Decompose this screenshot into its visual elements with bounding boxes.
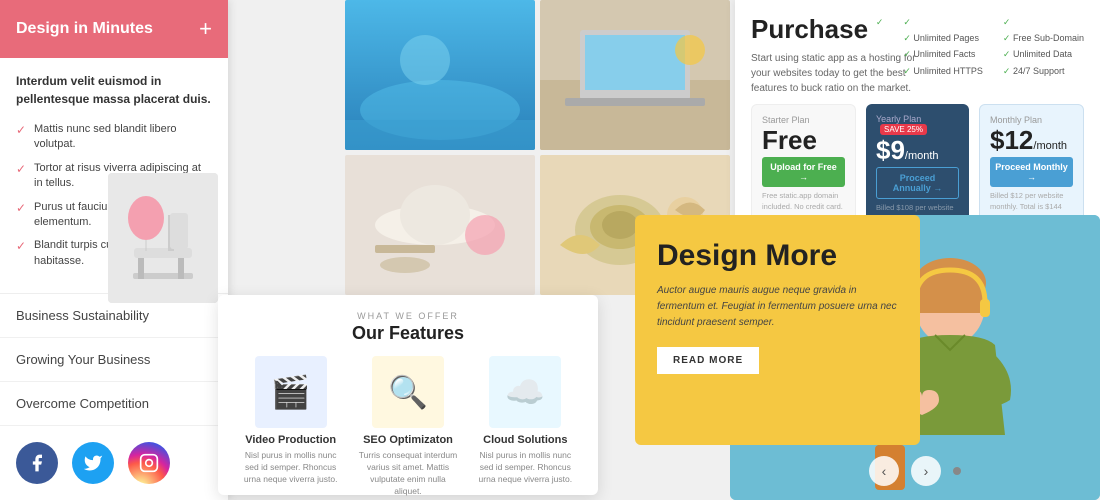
design-content: Interdum velit euismod in pellentesque m… [0, 58, 228, 293]
plan-save-badge: SAVE 25% [880, 124, 927, 135]
plan-price: Free [762, 127, 845, 153]
features-label: WHAT WE OFFER [232, 311, 584, 321]
nav-items: Business SustainabilityGrowing Your Busi… [0, 293, 228, 426]
plan-label: Yearly PlanSAVE 25% [876, 114, 959, 135]
feature-item: ☁️ Cloud Solutions Nisl purus in mollis nu… [475, 356, 575, 498]
plan-price: $9/month [876, 137, 959, 163]
purchase-feature-item: 24/7 Support [1003, 63, 1084, 79]
social-row [0, 426, 228, 500]
purchase-feature-item: Free Sub-Domain [1003, 30, 1084, 46]
feature-name: Cloud Solutions [475, 434, 575, 446]
instagram-icon[interactable] [128, 442, 170, 484]
thumbnail-illustration [108, 173, 218, 303]
feature-item: 🎬 Video Production Nisl purus in mollis nu… [241, 356, 341, 498]
plan-button-starter[interactable]: Upload for Free → [762, 157, 845, 187]
plan-button-yearly[interactable]: Proceed Annually → [876, 167, 959, 199]
feature-desc: Nisl purus in mollis nunc sed id semper.… [241, 450, 341, 486]
plan-label: Monthly Plan [990, 115, 1073, 125]
photo-3 [345, 155, 535, 295]
features-title: Our Features [232, 323, 584, 344]
accordion-header[interactable]: Design in Minutes + [0, 0, 228, 58]
feature-icon: 🔍 [372, 356, 444, 428]
design-intro: Interdum velit euismod in pellentesque m… [16, 72, 212, 108]
plan-label: Starter Plan [762, 115, 845, 125]
plan-note: Free static.app domain included. No cred… [762, 191, 845, 212]
feature-icon: ☁️ [489, 356, 561, 428]
nav-item[interactable]: Overcome Competition [0, 382, 228, 426]
facebook-icon[interactable] [16, 442, 58, 484]
carousel-prev-button[interactable]: ‹ [869, 456, 899, 486]
carousel-controls: ‹ › [869, 456, 961, 486]
feature-name: SEO Optimizaton [358, 434, 458, 446]
design-more-desc: Auctor augue mauris augue neque gravida … [657, 283, 898, 331]
plan-button-monthly[interactable]: Proceed Monthly → [990, 157, 1073, 187]
twitter-icon[interactable] [72, 442, 114, 484]
read-more-button[interactable]: READ MORE [657, 347, 759, 374]
left-panel: Design in Minutes + Interdum velit euism… [0, 0, 228, 500]
feature-desc: Nisl purus in mollis nunc sed id semper.… [475, 450, 575, 486]
nav-item[interactable]: Growing Your Business [0, 338, 228, 382]
photo-1 [345, 0, 535, 150]
feature-item: 🔍 SEO Optimizaton Turris consequat interdu… [358, 356, 458, 498]
plan-price: $12/month [990, 127, 1073, 153]
design-more-card: Design More Auctor augue mauris augue ne… [635, 215, 920, 445]
feature-name: Video Production [241, 434, 341, 446]
thumbnail [108, 173, 218, 303]
purchase-features: Unlimited PagesUnlimited FactsUnlimited … [876, 14, 1084, 79]
design-more-title: Design More [657, 239, 898, 273]
features-icons-row: 🎬 Video Production Nisl purus in mollis nu… [232, 356, 584, 498]
feature-icon: 🎬 [255, 356, 327, 428]
photo-2 [540, 0, 730, 150]
purchase-feature-item: Unlimited Pages [903, 30, 983, 46]
carousel-next-button[interactable]: › [911, 456, 941, 486]
purchase-feature-item: Unlimited Facts [903, 46, 983, 62]
accordion-title: Design in Minutes [16, 20, 153, 38]
carousel-dot-1 [953, 467, 961, 475]
purchase-feature-item: Unlimited Data [1003, 46, 1084, 62]
checklist-item: Mattis nunc sed blandit libero volutpat. [16, 122, 212, 153]
purchase-panel: Purchase Start using static app as a hos… [735, 0, 1100, 220]
purchase-feature-item: Unlimited HTTPS [903, 63, 983, 79]
features-card: WHAT WE OFFER Our Features 🎬 Video Produc… [218, 295, 598, 495]
feature-desc: Turris consequat interdum varius sit ame… [358, 450, 458, 498]
expand-icon: + [199, 18, 212, 40]
